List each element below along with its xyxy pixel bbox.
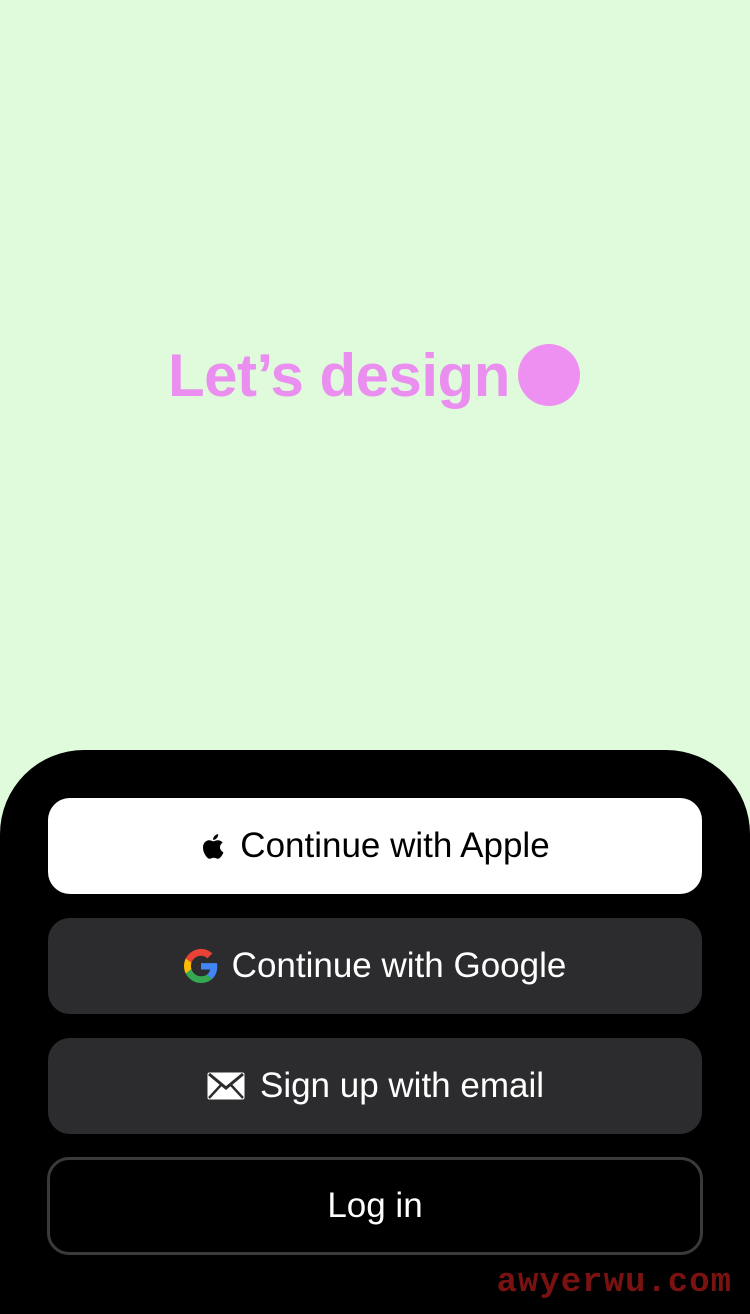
sign-up-with-email-button[interactable]: Sign up with email <box>48 1038 702 1134</box>
tagline-text: Let’s design <box>168 341 510 409</box>
login-button-label: Log in <box>327 1186 423 1225</box>
apple-logo-icon <box>200 831 226 862</box>
watermark: awyerwu.com <box>496 1264 732 1302</box>
continue-with-apple-button[interactable]: Continue with Apple <box>48 798 702 894</box>
log-in-button[interactable]: Log in <box>47 1157 703 1255</box>
envelope-icon <box>206 1071 246 1101</box>
hero-area: Let’s design <box>0 0 750 760</box>
continue-with-google-button[interactable]: Continue with Google <box>48 918 702 1014</box>
email-button-label: Sign up with email <box>259 1066 545 1105</box>
google-logo-icon <box>183 949 218 983</box>
auth-sheet: Continue with Apple Continue with Google… <box>0 750 750 1314</box>
pink-dot-icon <box>517 344 580 406</box>
tagline: Let’s design <box>168 335 580 415</box>
google-button-label: Continue with Google <box>231 946 567 985</box>
apple-button-label: Continue with Apple <box>240 826 550 865</box>
